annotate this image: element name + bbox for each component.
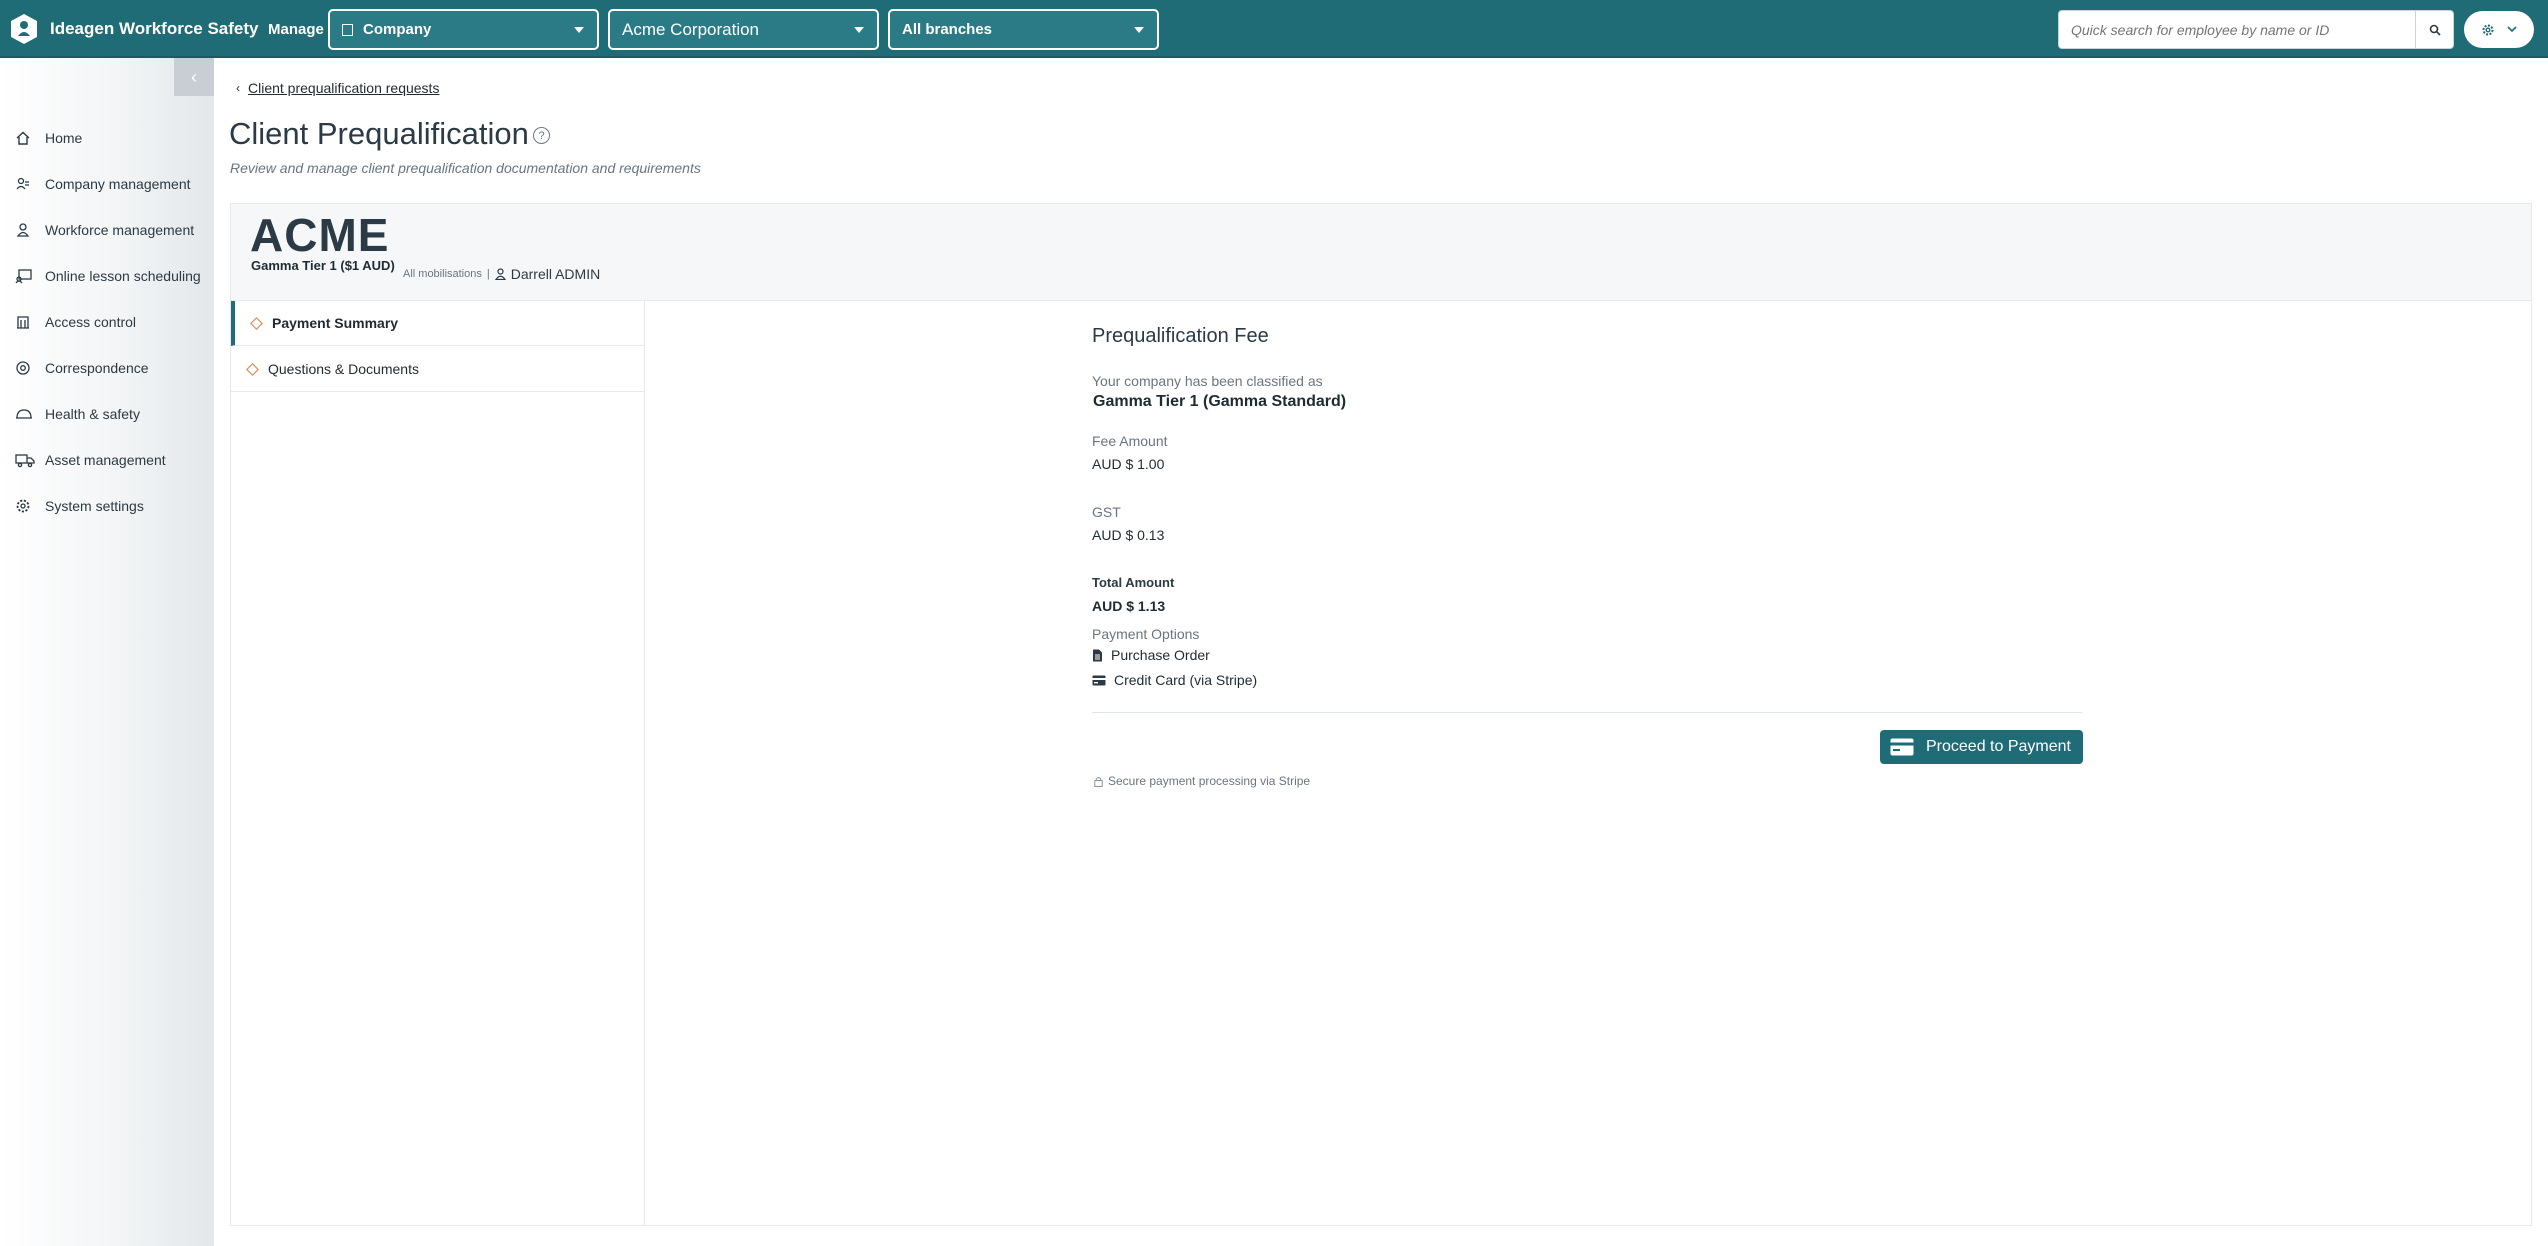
sidebar-item-label: System settings [45, 498, 144, 514]
client-user: Darrell ADMIN [494, 266, 601, 282]
branch-select[interactable]: All branches [888, 9, 1159, 50]
user-icon [16, 223, 30, 237]
lesson-icon [15, 269, 32, 284]
tab-payment-summary[interactable]: Payment Summary [231, 301, 645, 346]
document-icon [1093, 649, 1102, 661]
client-name: ACME [250, 209, 390, 261]
sidebar-item-label: Online lesson scheduling [45, 268, 201, 284]
credit-card-icon [1890, 738, 1914, 756]
app-title[interactable]: Ideagen Workforce Safety [50, 19, 258, 39]
search-button[interactable] [2415, 11, 2453, 48]
top-bar: Ideagen Workforce Safety Manage Company … [0, 0, 2548, 58]
tab-label: Payment Summary [272, 315, 399, 331]
meta-separator: | [486, 268, 490, 280]
gst-label: GST [1092, 504, 1121, 520]
total-amount-label: Total Amount [1092, 575, 1175, 590]
status-diamond-icon [246, 362, 259, 376]
chevron-down-icon [574, 27, 584, 33]
fee-amount-value: AUD $ 1.00 [1092, 456, 1165, 472]
employee-search-input[interactable] [2059, 11, 2415, 48]
classified-label: Your company has been classified as [1092, 373, 1323, 389]
manage-label: Manage [268, 21, 324, 38]
chevron-down-icon [854, 27, 864, 33]
lock-icon [1094, 776, 1103, 787]
client-user-name: Darrell ADMIN [510, 266, 601, 282]
company-select[interactable]: Company [328, 9, 599, 50]
sidebar: ‹ Home Company management Workforce mana… [0, 58, 214, 1246]
proceed-to-payment-button[interactable]: Proceed to Payment [1880, 730, 2083, 764]
sidebar-item-access-control[interactable]: Access control [0, 302, 214, 342]
sidebar-item-correspondence[interactable]: Correspondence [0, 348, 214, 388]
sidebar-item-health-safety[interactable]: Health & safety [0, 394, 214, 434]
section-tabs: Payment Summary Questions & Documents [231, 301, 645, 1225]
sidebar-item-label: Company management [45, 176, 191, 192]
sidebar-item-asset-management[interactable]: Asset management [0, 440, 214, 480]
company-select-value: Company [363, 21, 432, 38]
client-header: ACME Gamma Tier 1 ($1 AUD) All mobilisat… [231, 204, 2531, 301]
sidebar-item-label: Asset management [45, 452, 166, 468]
breadcrumb: ‹ Client prequalification requests [236, 80, 439, 96]
secure-payment-note: Secure payment processing via Stripe [1094, 774, 1310, 788]
sidebar-item-home[interactable]: Home [0, 118, 214, 158]
search-icon [2429, 24, 2441, 36]
gear-icon [16, 499, 30, 513]
credit-card-icon [1092, 675, 1106, 685]
fee-section-title: Prequalification Fee [1092, 325, 1269, 347]
company-icon [16, 177, 29, 190]
payment-option-label: Purchase Order [1111, 647, 1210, 663]
page-subtitle: Review and manage client prequalificatio… [230, 160, 701, 176]
payment-option-purchase-order: Purchase Order [1092, 647, 1210, 663]
building-icon [342, 23, 353, 36]
secure-note-text: Secure payment processing via Stripe [1108, 774, 1311, 788]
sidebar-item-system-settings[interactable]: System settings [0, 486, 214, 526]
gst-value: AUD $ 0.13 [1092, 527, 1165, 543]
chevron-down-icon [1134, 27, 1144, 33]
client-tier: Gamma Tier 1 ($1 AUD) [251, 258, 395, 273]
employee-search [2058, 10, 2454, 49]
sidebar-item-label: Home [45, 130, 83, 146]
access-icon [17, 316, 29, 329]
back-link[interactable]: Client prequalification requests [248, 80, 439, 96]
payment-option-label: Credit Card (via Stripe) [1114, 672, 1258, 688]
classified-value: Gamma Tier 1 (Gamma Standard) [1093, 393, 1347, 410]
sidebar-item-company-management[interactable]: Company management [0, 164, 214, 204]
sidebar-item-label: Workforce management [45, 222, 195, 238]
prequalification-panel: ACME Gamma Tier 1 ($1 AUD) All mobilisat… [230, 203, 2532, 1226]
organisation-select[interactable]: Acme Corporation [608, 9, 879, 50]
payment-options-label: Payment Options [1092, 626, 1200, 642]
divider [1092, 712, 2082, 713]
user-icon [494, 268, 506, 280]
fee-amount-label: Fee Amount [1092, 433, 1168, 449]
button-label: Proceed to Payment [1926, 738, 2071, 755]
home-icon [16, 131, 30, 145]
tab-label: Questions & Documents [268, 361, 419, 377]
sidebar-item-workforce-management[interactable]: Workforce management [0, 210, 214, 250]
organisation-select-value: Acme Corporation [622, 19, 760, 39]
total-amount-value: AUD $ 1.13 [1092, 598, 1166, 614]
chevron-down-icon [2507, 26, 2517, 33]
sidebar-item-label: Access control [45, 314, 137, 330]
chevron-left-icon: ‹ [236, 81, 240, 95]
sidebar-collapse-button[interactable]: ‹ [174, 58, 214, 96]
mobilisations-label: All mobilisations [403, 268, 482, 280]
sidebar-item-online-lesson-scheduling[interactable]: Online lesson scheduling [0, 256, 214, 296]
helmet-icon [16, 409, 32, 419]
branch-select-value: All branches [902, 21, 993, 38]
app-logo-icon[interactable] [9, 13, 39, 45]
payment-option-credit-card: Credit Card (via Stripe) [1092, 672, 1257, 688]
sidebar-item-label: Health & safety [45, 406, 140, 422]
gear-icon [2482, 24, 2494, 35]
sidebar-item-label: Correspondence [45, 360, 149, 376]
truck-icon [15, 454, 35, 468]
client-meta: All mobilisations | Darrell ADMIN [403, 266, 600, 282]
at-icon [16, 361, 30, 375]
status-diamond-icon [250, 316, 263, 330]
tab-questions-documents[interactable]: Questions & Documents [231, 347, 645, 392]
help-icon[interactable]: ? [533, 127, 550, 144]
settings-menu-button[interactable] [2464, 11, 2534, 48]
page-title: Client Prequalification [229, 116, 529, 151]
